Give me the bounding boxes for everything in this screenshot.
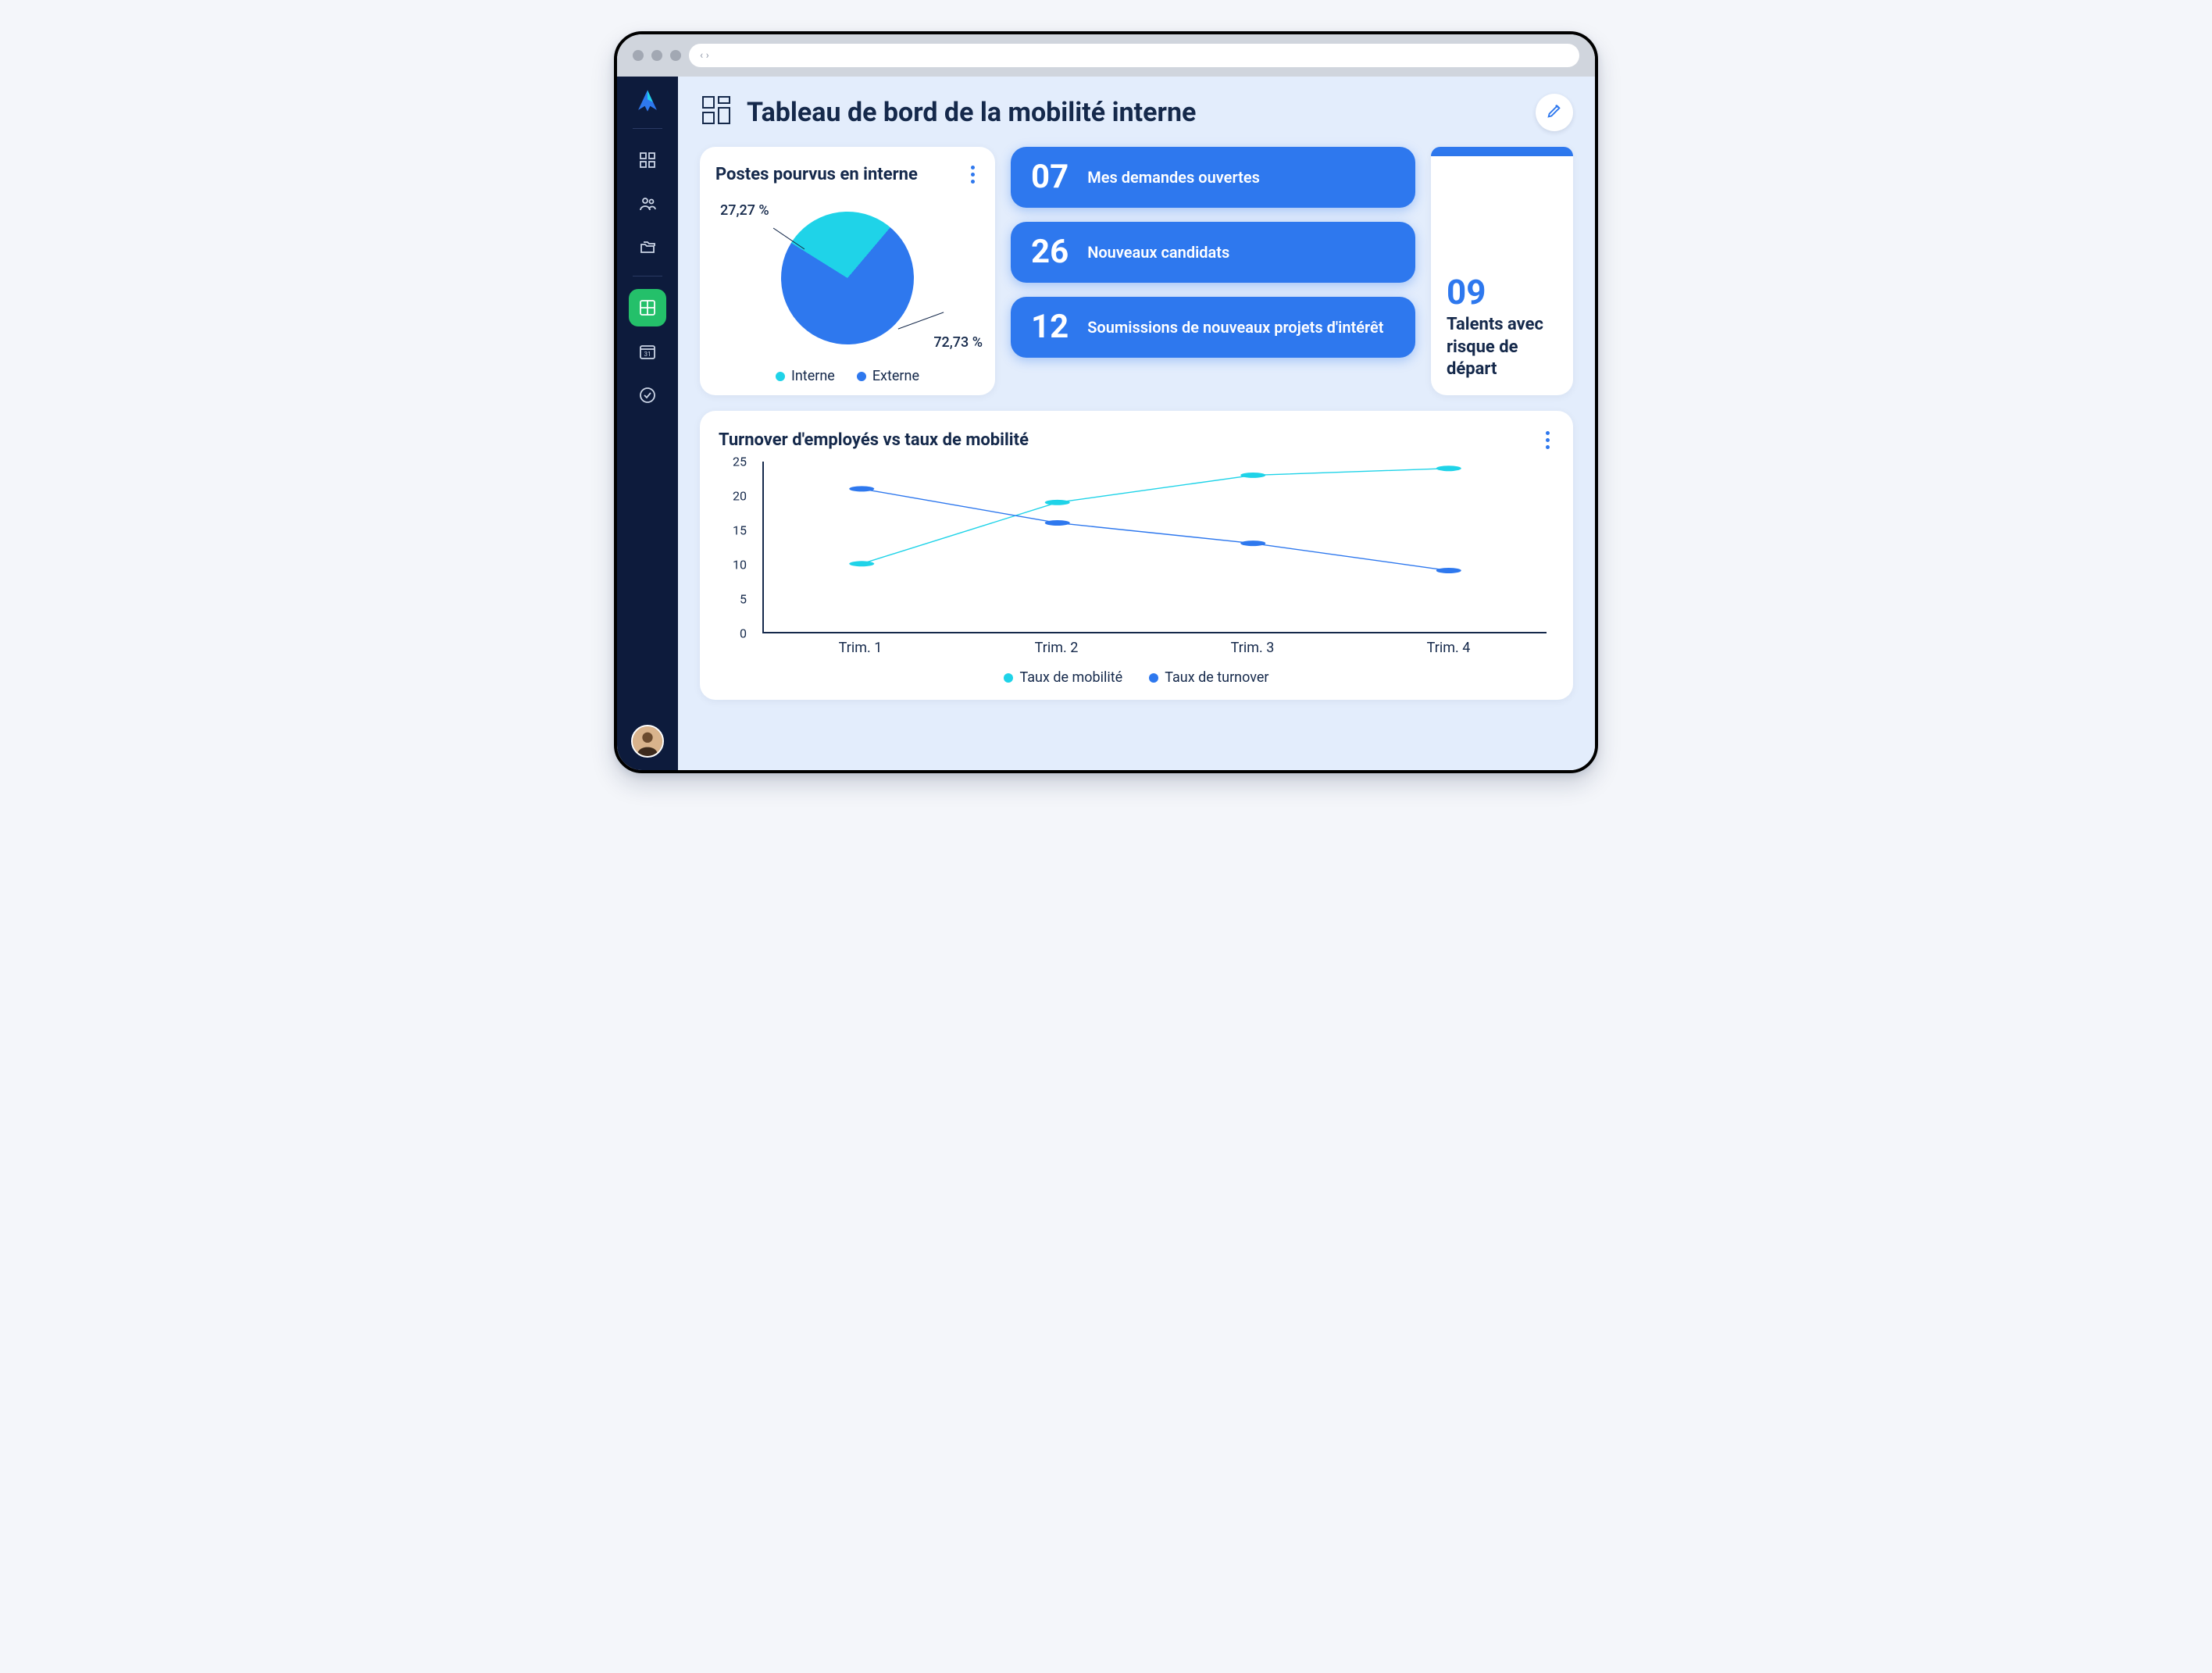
legend-swatch-cyan [1004, 673, 1013, 683]
metric-project-submissions[interactable]: 12 Soumissions de nouveaux projets d'int… [1011, 297, 1415, 358]
line-chart: 25 20 15 10 5 0 [719, 462, 1554, 665]
y-tick: 15 [733, 523, 747, 538]
y-tick: 0 [740, 626, 747, 641]
nav-arrows-icon: ‹ › [700, 49, 709, 62]
metric-new-candidates[interactable]: 26 Nouveaux candidats [1011, 222, 1415, 283]
window-dot[interactable] [670, 50, 681, 61]
pie-slice-label-small: 27,27 % [720, 202, 769, 219]
legend-swatch-cyan [776, 372, 785, 381]
metric-label: Mes demandes ouvertes [1087, 168, 1260, 187]
metric-value: 07 [1031, 161, 1069, 194]
sidebar: 31 [617, 77, 678, 770]
sidebar-divider [633, 128, 662, 129]
legend-swatch-blue [1149, 673, 1158, 683]
brand-logo-icon[interactable] [634, 87, 661, 114]
line-legend: Taux de mobilité Taux de turnover [719, 669, 1554, 686]
legend-label: Externe [872, 368, 919, 384]
page-title: Tableau de bord de la mobilité interne [747, 97, 1523, 128]
plot-area [762, 462, 1547, 633]
metric-open-requests[interactable]: 07 Mes demandes ouvertes [1011, 147, 1415, 208]
x-tick: Trim. 2 [958, 640, 1154, 665]
sidebar-item-calendar[interactable]: 31 [629, 333, 666, 370]
line-chart-card: Turnover d'employés vs taux de mobilité … [700, 411, 1573, 700]
legend-label: Taux de mobilité [1019, 669, 1122, 686]
metric-label: Soumissions de nouveaux projets d'intérê… [1087, 318, 1383, 337]
user-avatar[interactable] [631, 725, 664, 758]
card-menu-button[interactable] [966, 161, 979, 188]
pie-card-title: Postes pourvus en interne [715, 165, 918, 184]
pie-card: Postes pourvus en interne 27,27 % 72,73 … [700, 147, 995, 395]
url-bar[interactable]: ‹ › [689, 44, 1579, 67]
app-body: 31 Tableau de bord de la mobilité intern… [617, 77, 1595, 770]
sidebar-item-people[interactable] [629, 185, 666, 223]
sidebar-item-folders[interactable] [629, 229, 666, 266]
pie-slice-label-large: 72,73 % [933, 334, 983, 351]
top-widgets-row: Postes pourvus en interne 27,27 % 72,73 … [700, 147, 1573, 395]
card-menu-button[interactable] [1541, 426, 1554, 454]
x-tick: Trim. 3 [1154, 640, 1350, 665]
sidebar-item-boards[interactable] [629, 289, 666, 326]
window-dot[interactable] [633, 50, 644, 61]
risk-card-accent [1431, 147, 1573, 156]
risk-card[interactable]: 09 Talents avec risque de départ [1431, 147, 1573, 395]
legend-swatch-blue [857, 372, 866, 381]
page-header: Tableau de bord de la mobilité interne [700, 94, 1573, 131]
edit-button[interactable] [1536, 94, 1573, 131]
sidebar-item-tasks[interactable] [629, 376, 666, 414]
y-axis: 25 20 15 10 5 0 [719, 462, 755, 633]
metric-column: 07 Mes demandes ouvertes 26 Nouveaux can… [1011, 147, 1415, 395]
risk-label: Talents avec risque de départ [1447, 314, 1557, 381]
x-axis: Trim. 1 Trim. 2 Trim. 3 Trim. 4 [762, 640, 1547, 665]
main-content: Tableau de bord de la mobilité interne P… [678, 77, 1595, 770]
metric-value: 26 [1031, 236, 1069, 269]
dashboard-icon [700, 94, 734, 131]
browser-titlebar: ‹ › [617, 34, 1595, 77]
window-dot[interactable] [651, 50, 662, 61]
y-tick: 25 [733, 455, 747, 469]
sidebar-item-dashboard[interactable] [629, 141, 666, 179]
y-tick: 10 [733, 558, 747, 573]
pie-legend: Interne Externe [715, 368, 979, 384]
legend-label: Taux de turnover [1165, 669, 1268, 686]
pie-chart: 27,27 % 72,73 % [715, 188, 979, 368]
y-tick: 20 [733, 489, 747, 504]
svg-text:31: 31 [644, 351, 651, 358]
pencil-icon [1546, 102, 1563, 123]
x-tick: Trim. 1 [762, 640, 958, 665]
browser-window: ‹ › 31 [614, 31, 1598, 773]
legend-label: Interne [791, 368, 835, 384]
risk-value: 09 [1447, 272, 1557, 312]
x-tick: Trim. 4 [1350, 640, 1547, 665]
y-tick: 5 [740, 592, 747, 607]
metric-label: Nouveaux candidats [1087, 243, 1229, 262]
line-chart-title: Turnover d'employés vs taux de mobilité [719, 430, 1029, 450]
metric-value: 12 [1031, 311, 1069, 344]
